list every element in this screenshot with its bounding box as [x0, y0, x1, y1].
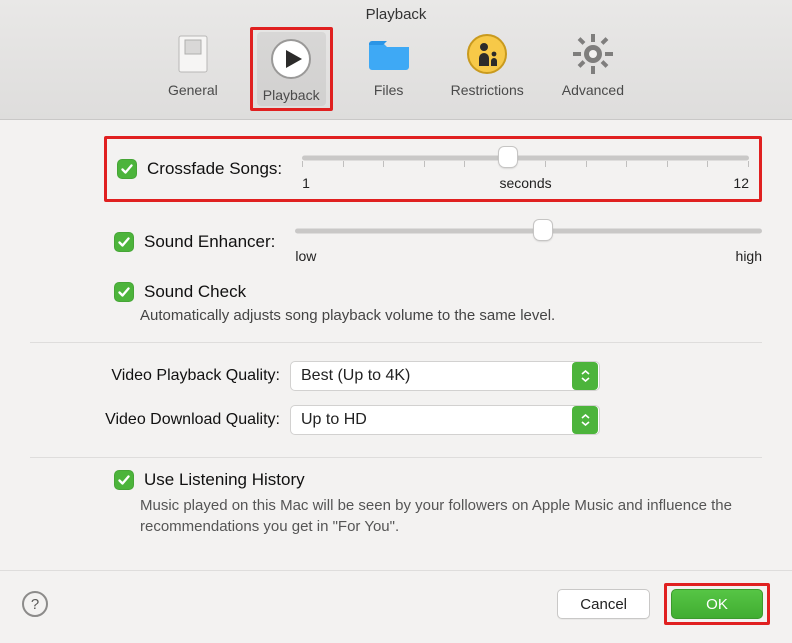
- crossfade-label: Crossfade Songs:: [147, 159, 282, 179]
- video-download-label: Video Download Quality:: [30, 411, 290, 429]
- enhancer-slider[interactable]: [295, 220, 762, 242]
- tab-restrictions[interactable]: Restrictions: [445, 27, 530, 111]
- folder-icon: [365, 30, 413, 78]
- soundcheck-checkbox[interactable]: [114, 282, 134, 302]
- soundcheck-desc: Automatically adjusts song playback volu…: [140, 306, 762, 326]
- highlight-playback-tab: Playback: [250, 27, 333, 111]
- crossfade-min: 1: [302, 175, 310, 191]
- section-playback: Crossfade Songs: 1 seconds 12: [30, 132, 762, 343]
- preferences-content: Crossfade Songs: 1 seconds 12: [0, 120, 792, 570]
- tab-label: Playback: [263, 87, 320, 103]
- tab-label: Advanced: [562, 82, 624, 98]
- footer: ? Cancel OK: [0, 570, 792, 643]
- ok-button[interactable]: OK: [671, 589, 763, 619]
- enhancer-label: Sound Enhancer:: [144, 232, 275, 252]
- crossfade-max: 12: [733, 175, 749, 191]
- tab-label: Files: [374, 82, 404, 98]
- tab-advanced[interactable]: Advanced: [556, 27, 630, 111]
- tab-label: General: [168, 82, 218, 98]
- tab-general[interactable]: General: [162, 27, 224, 111]
- video-playback-value: Best (Up to 4K): [291, 367, 571, 385]
- tab-label: Restrictions: [451, 82, 524, 98]
- tab-files[interactable]: Files: [359, 27, 419, 111]
- gear-icon: [569, 30, 617, 78]
- highlight-crossfade: Crossfade Songs: 1 seconds 12: [104, 136, 762, 202]
- enhancer-checkbox[interactable]: [114, 232, 134, 252]
- history-checkbox[interactable]: [114, 470, 134, 490]
- enhancer-low: low: [295, 248, 316, 264]
- window-header: Playback General Playback: [0, 0, 792, 120]
- tab-playback[interactable]: Playback: [257, 32, 326, 106]
- video-playback-label: Video Playback Quality:: [30, 367, 290, 385]
- section-video: Video Playback Quality: Best (Up to 4K) …: [30, 343, 762, 458]
- help-button[interactable]: ?: [22, 591, 48, 617]
- preferences-toolbar: General Playback Files: [0, 27, 792, 119]
- chevron-updown-icon: [572, 362, 598, 390]
- switch-icon: [169, 30, 217, 78]
- parental-icon: [463, 30, 511, 78]
- crossfade-mid: seconds: [499, 175, 551, 191]
- highlight-ok: OK: [664, 583, 770, 625]
- section-history: Use Listening History Music played on th…: [30, 458, 762, 553]
- crossfade-checkbox[interactable]: [117, 159, 137, 179]
- soundcheck-label: Sound Check: [144, 282, 246, 302]
- preferences-window: Playback General Playback: [0, 0, 792, 643]
- video-playback-select[interactable]: Best (Up to 4K): [290, 361, 600, 391]
- history-label: Use Listening History: [144, 470, 305, 490]
- video-download-value: Up to HD: [291, 411, 571, 429]
- video-download-select[interactable]: Up to HD: [290, 405, 600, 435]
- cancel-button[interactable]: Cancel: [557, 589, 650, 619]
- chevron-updown-icon: [572, 406, 598, 434]
- history-desc: Music played on this Mac will be seen by…: [140, 496, 760, 537]
- crossfade-slider[interactable]: [302, 147, 749, 169]
- enhancer-high: high: [736, 248, 762, 264]
- window-title: Playback: [0, 6, 792, 23]
- play-icon: [267, 35, 315, 83]
